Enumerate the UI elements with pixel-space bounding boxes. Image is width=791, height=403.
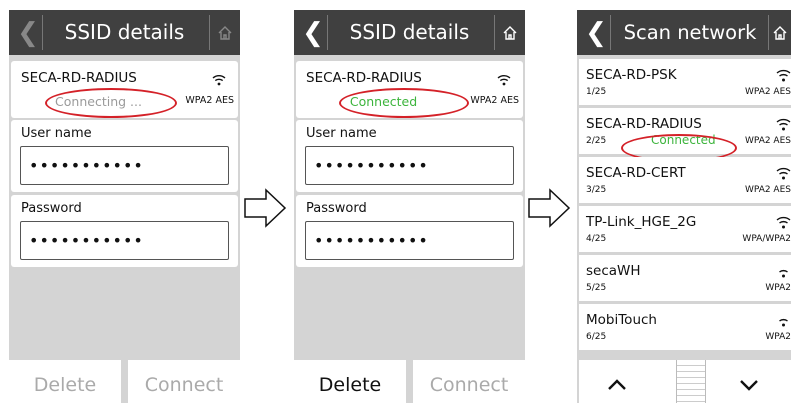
chevron-left-icon[interactable]: ❮ xyxy=(582,15,611,50)
network-item[interactable]: TP-Link_HGE_2G 4/25 WPA/WPA2 xyxy=(579,206,791,252)
network-item[interactable]: SECA-RD-CERT 3/25 WPA2 AES xyxy=(579,157,791,203)
page-title: SSID details xyxy=(349,20,470,44)
network-security: WPA2 AES xyxy=(744,136,791,146)
screen-ssid-details-connected: ❮ SSID details SECA-RD-RADIUS Connected … xyxy=(294,10,525,403)
username-input[interactable]: ••••••••••• xyxy=(20,146,229,185)
wifi-icon xyxy=(212,71,226,90)
network-index: 3/25 xyxy=(586,185,607,195)
chevron-up-icon[interactable] xyxy=(607,376,627,395)
network-index: 6/25 xyxy=(586,332,607,342)
password-label: Password xyxy=(306,201,367,216)
wifi-icon xyxy=(776,67,791,86)
arrow-right-icon xyxy=(528,188,572,232)
wifi-icon xyxy=(776,312,791,331)
chevron-left-icon[interactable]: ❮ xyxy=(299,15,328,50)
network-index: 4/25 xyxy=(586,234,607,244)
delete-button[interactable]: Delete xyxy=(294,360,406,403)
username-field: User name ••••••••••• xyxy=(296,120,523,192)
network-item[interactable]: SECA-RD-PSK 1/25 WPA2 AES xyxy=(579,59,791,105)
network-index: 1/25 xyxy=(586,87,607,97)
username-input[interactable]: ••••••••••• xyxy=(305,146,514,185)
network-item[interactable]: MobiTouch 6/25 WPA2 xyxy=(579,304,791,350)
network-index: 2/25 xyxy=(586,136,607,146)
wifi-icon xyxy=(497,71,511,90)
connect-button[interactable]: Connect xyxy=(413,360,525,403)
ssid-name: SECA-RD-RADIUS xyxy=(21,70,137,86)
wifi-icon xyxy=(776,214,791,233)
ssid-name: SECA-RD-RADIUS xyxy=(306,70,422,86)
security-type: WPA2 AES xyxy=(470,95,519,106)
username-field: User name ••••••••••• xyxy=(11,120,238,192)
wifi-icon xyxy=(776,263,791,282)
password-field: Password ••••••••••• xyxy=(11,195,238,267)
security-type: WPA2 AES xyxy=(185,95,234,106)
connection-status: Connected xyxy=(349,94,418,109)
password-input[interactable]: ••••••••••• xyxy=(20,221,229,260)
home-icon[interactable] xyxy=(768,15,791,50)
ssid-card: SECA-RD-RADIUS Connected WPA2 AES xyxy=(296,61,523,118)
header-bar: ❮ Scan network xyxy=(577,10,791,55)
network-name: MobiTouch xyxy=(586,312,657,328)
connection-status: Connected xyxy=(651,133,716,147)
username-label: User name xyxy=(306,126,377,141)
ssid-card: SECA-RD-RADIUS Connecting ... WPA2 AES xyxy=(11,61,238,118)
username-value: ••••••••••• xyxy=(314,156,429,175)
network-security: WPA2 xyxy=(765,332,791,342)
network-security: WPA2 xyxy=(765,283,791,293)
network-name: SECA-RD-PSK xyxy=(586,67,677,83)
network-index: 5/25 xyxy=(586,283,607,293)
connect-button[interactable]: Connect xyxy=(128,360,240,403)
home-icon[interactable] xyxy=(209,15,240,50)
password-label: Password xyxy=(21,201,82,216)
screen-scan-network: ❮ Scan network SECA-RD-PSK 1/25 WPA2 AES… xyxy=(577,10,791,403)
home-icon[interactable] xyxy=(494,15,525,50)
network-name: SECA-RD-RADIUS xyxy=(586,116,702,132)
page-title: SSID details xyxy=(64,20,185,44)
password-value: ••••••••••• xyxy=(29,231,144,250)
password-input[interactable]: ••••••••••• xyxy=(305,221,514,260)
password-value: ••••••••••• xyxy=(314,231,429,250)
network-item[interactable]: SECA-RD-RADIUS 2/25 Connected WPA2 AES xyxy=(579,108,791,154)
network-security: WPA2 AES xyxy=(744,185,791,195)
wifi-icon xyxy=(776,165,791,184)
wifi-icon xyxy=(776,116,791,135)
page-title: Scan network xyxy=(623,21,757,44)
scrollbar[interactable] xyxy=(676,360,706,403)
chevron-left-icon[interactable]: ❮ xyxy=(14,15,43,50)
scroll-nav-bar xyxy=(579,360,791,403)
password-field: Password ••••••••••• xyxy=(296,195,523,267)
header-bar: ❮ SSID details xyxy=(9,10,240,55)
network-name: TP-Link_HGE_2G xyxy=(586,214,697,230)
username-label: User name xyxy=(21,126,92,141)
network-security: WPA/WPA2 xyxy=(742,234,791,244)
header-bar: ❮ SSID details xyxy=(294,10,525,55)
username-value: ••••••••••• xyxy=(29,156,144,175)
network-name: secaWH xyxy=(586,263,641,279)
screen-ssid-details-connecting: ❮ SSID details SECA-RD-RADIUS Connecting… xyxy=(9,10,240,403)
arrow-right-icon xyxy=(244,188,288,232)
network-name: SECA-RD-CERT xyxy=(586,165,686,181)
chevron-down-icon[interactable] xyxy=(739,376,759,395)
connection-status: Connecting ... xyxy=(55,94,142,109)
delete-button[interactable]: Delete xyxy=(9,360,121,403)
network-security: WPA2 AES xyxy=(744,87,791,97)
network-item[interactable]: secaWH 5/25 WPA2 xyxy=(579,255,791,301)
